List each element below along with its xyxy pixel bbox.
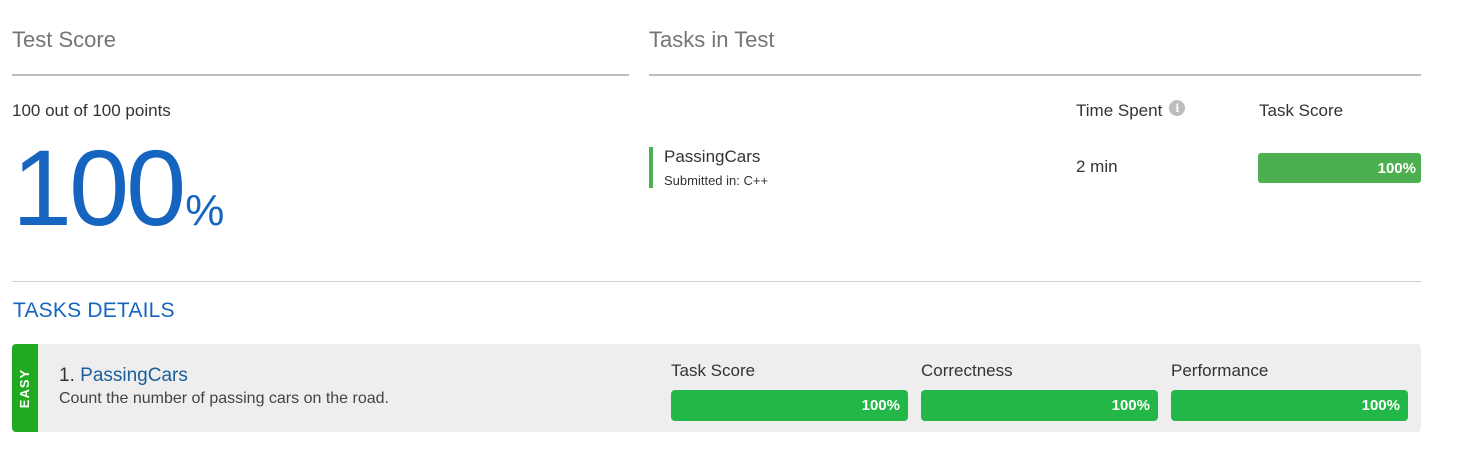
percent-score: 100% [12, 128, 224, 248]
task-submitted-language: Submitted in: C++ [664, 173, 769, 188]
metric-bar: 100% [1171, 390, 1408, 421]
metric-task-score: Task Score 100% [671, 361, 908, 421]
percent-score-value: 100 [12, 127, 186, 248]
task-detail-link[interactable]: PassingCars [80, 365, 188, 386]
info-icon[interactable]: i [1169, 100, 1186, 116]
metric-value: 100% [861, 397, 900, 414]
points-summary: 100 out of 100 points [12, 101, 171, 120]
metric-label: Task Score [671, 361, 756, 380]
percent-sign: % [185, 186, 225, 235]
task-status-marker [649, 147, 653, 188]
test-score-title: Test Score [12, 0, 629, 76]
task-summary-row: PassingCars Submitted in: C++ 2 min 100% [649, 147, 1421, 188]
time-spent-header-label: Time Spent [1076, 101, 1163, 120]
task-detail-card: EASY 1. PassingCars Count the number of … [12, 344, 1421, 432]
metric-value: 100% [1361, 397, 1400, 414]
metric-label: Correctness [921, 361, 1013, 380]
task-detail-description: Count the number of passing cars on the … [59, 390, 389, 407]
time-spent-header: Time Spent i [1076, 100, 1186, 121]
task-detail-number: 1. [59, 365, 75, 386]
metric-value: 100% [1111, 397, 1150, 414]
task-time-spent: 2 min [1076, 157, 1118, 176]
tasks-details-title: TASKS DETAILS [13, 299, 175, 322]
task-score-bar: 100% [1258, 153, 1421, 183]
test-report-page: Test Score 100 out of 100 points 100% Ta… [0, 0, 1461, 454]
tasks-in-test-section: Tasks in Test Time Spent i Task Score Pa… [649, 0, 1421, 188]
section-divider [12, 281, 1421, 282]
metric-bar: 100% [671, 390, 908, 421]
tasks-in-test-title: Tasks in Test [649, 0, 1421, 76]
task-score-header: Task Score [1259, 101, 1344, 120]
task-score-value: 100% [1377, 159, 1416, 177]
metric-bar: 100% [921, 390, 1158, 421]
difficulty-label: EASY [17, 368, 33, 408]
metric-correctness: Correctness 100% [921, 361, 1158, 421]
task-detail-title: 1. PassingCars [59, 365, 188, 387]
metric-performance: Performance 100% [1171, 361, 1408, 421]
difficulty-badge: EASY [12, 344, 38, 432]
task-name: PassingCars [664, 147, 761, 166]
metric-label: Performance [1171, 361, 1269, 380]
test-score-section: Test Score 100 out of 100 points 100% [12, 0, 629, 248]
